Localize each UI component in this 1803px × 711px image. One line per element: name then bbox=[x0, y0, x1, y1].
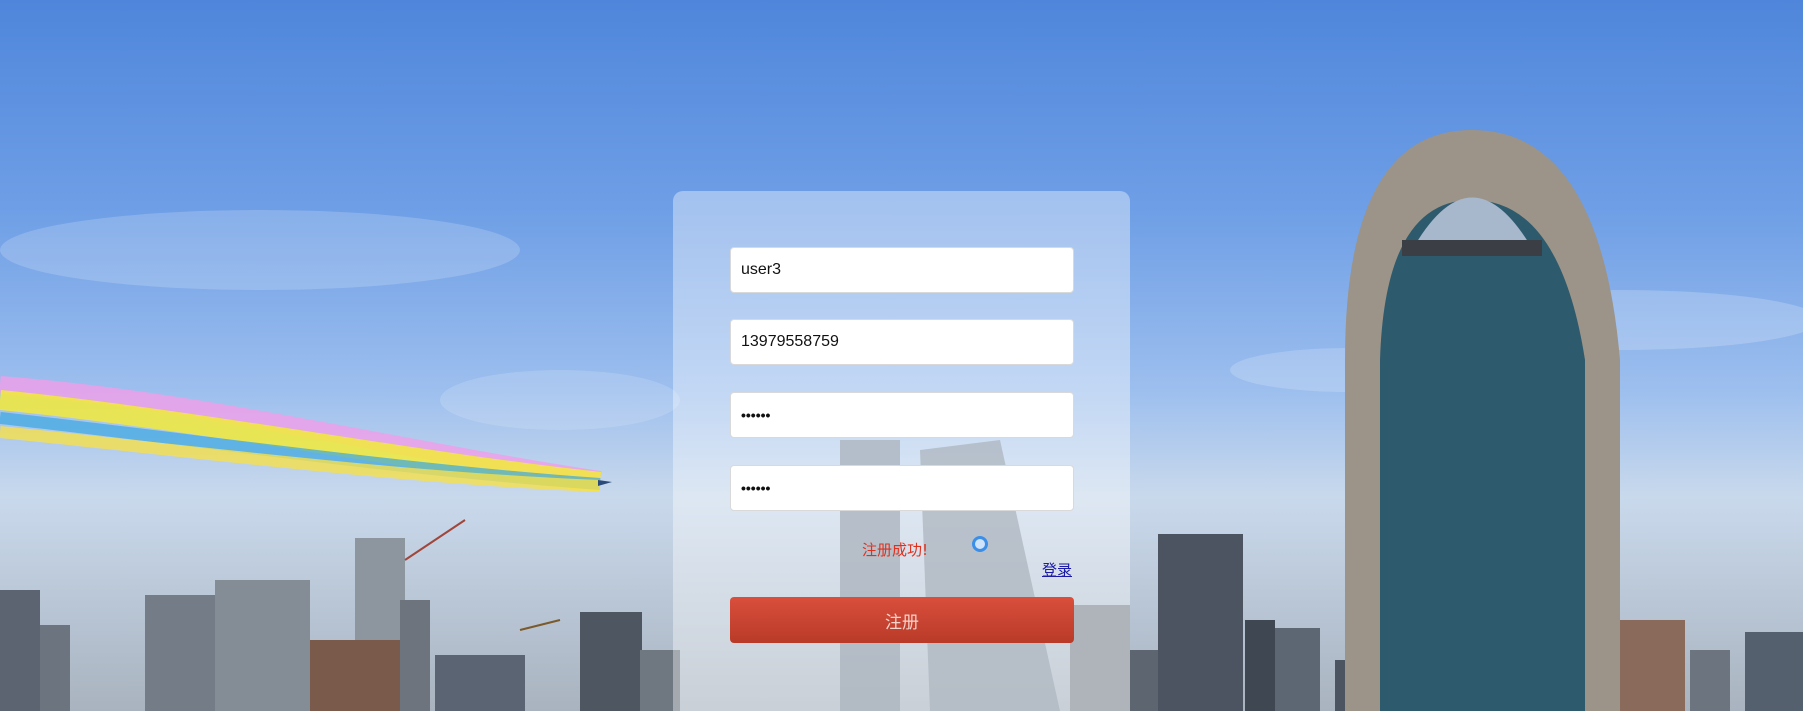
status-message: 注册成功! bbox=[862, 541, 929, 559]
register-button[interactable]: 注册 bbox=[730, 597, 1074, 643]
username-input[interactable]: user3 bbox=[730, 247, 1074, 293]
login-link[interactable]: 登录 bbox=[1042, 559, 1072, 580]
register-panel: user3 13979558759 •••••• •••••• 注册成功! 登录… bbox=[673, 191, 1130, 711]
password-input[interactable]: •••••• bbox=[730, 392, 1074, 438]
loading-spinner-icon bbox=[972, 536, 988, 552]
airplane-icon bbox=[598, 480, 612, 486]
confirm-password-input[interactable]: •••••• bbox=[730, 465, 1074, 511]
phone-input[interactable]: 13979558759 bbox=[730, 319, 1074, 365]
